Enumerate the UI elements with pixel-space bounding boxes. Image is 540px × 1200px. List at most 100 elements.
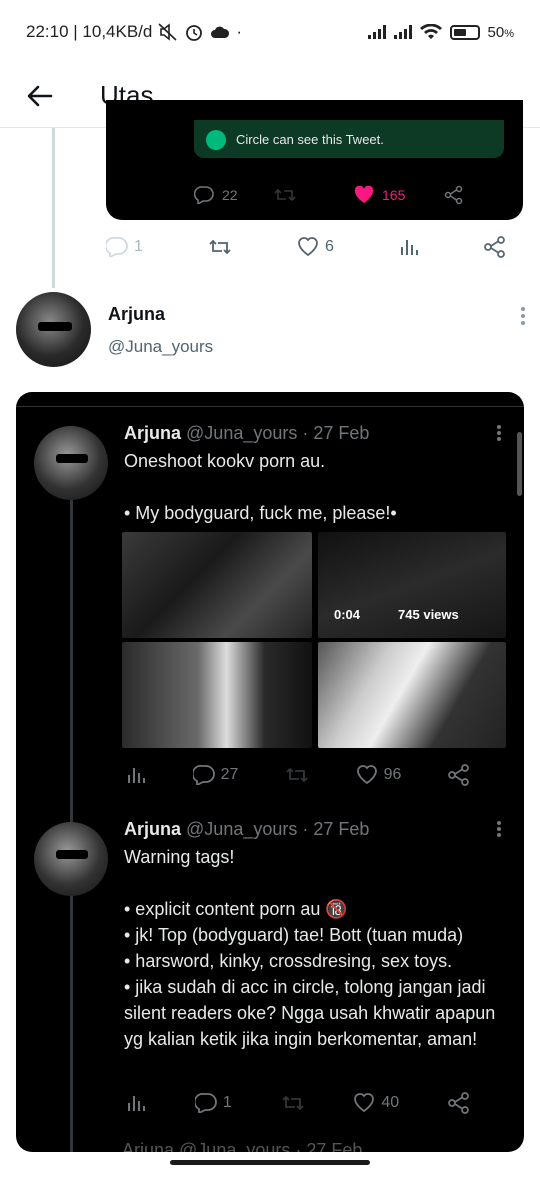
like-action[interactable]: 165 xyxy=(354,186,444,204)
share-action[interactable] xyxy=(444,185,464,205)
signal-icon xyxy=(393,25,412,39)
share-icon xyxy=(448,764,469,786)
more-button[interactable] xyxy=(496,424,502,447)
like-count: 165 xyxy=(382,187,406,203)
status-time-data: 22:10 | 10,4KB/d xyxy=(26,22,153,41)
share-icon xyxy=(448,1092,469,1114)
retweet-action[interactable] xyxy=(208,238,232,256)
alarm-icon xyxy=(186,25,203,41)
like-count: 40 xyxy=(381,1094,400,1111)
tweet-header: Arjuna @Juna_yours · 27 Feb xyxy=(124,819,369,840)
battery-icon xyxy=(449,24,480,40)
reply-action[interactable]: 22 xyxy=(194,186,274,204)
circle-icon xyxy=(206,130,226,150)
analytics-icon xyxy=(400,240,418,255)
analytics-action[interactable] xyxy=(126,1093,146,1113)
heart-icon xyxy=(354,1093,375,1113)
home-indicator[interactable] xyxy=(170,1160,370,1165)
scrollbar[interactable] xyxy=(517,432,522,496)
share-action[interactable] xyxy=(448,1092,470,1114)
like-action[interactable]: 96 xyxy=(356,765,402,785)
next-tweet-peek: Arjuna @Juna_yours · 27 Feb xyxy=(122,1140,363,1152)
circle-notice-text: Circle can see this Tweet. xyxy=(236,132,384,147)
tweet-actions: 1 40 xyxy=(126,1092,470,1114)
status-right: 50% xyxy=(367,23,514,41)
quoted-tweet-card[interactable]: Circle can see this Tweet. 22 165 xyxy=(106,100,523,220)
thread-line xyxy=(70,892,73,1152)
retweet-action[interactable] xyxy=(285,766,309,784)
media-video[interactable]: 0:04 745 views xyxy=(318,532,506,638)
more-button[interactable] xyxy=(520,306,526,331)
more-button[interactable] xyxy=(496,820,502,843)
reply-icon xyxy=(106,237,128,257)
analytics-icon xyxy=(128,768,145,783)
reply-action[interactable]: 1 xyxy=(194,1093,232,1113)
reply-count: 22 xyxy=(222,187,238,203)
heart-icon xyxy=(356,765,377,785)
like-count: 6 xyxy=(325,238,334,255)
retweet-icon xyxy=(281,1095,304,1111)
battery-level: 50% xyxy=(487,23,514,41)
author-handle: @Juna_yours xyxy=(108,337,214,356)
thread-line xyxy=(52,128,55,288)
more-vertical-icon xyxy=(497,821,501,837)
tweet-actions: 1 6 xyxy=(106,232,506,262)
like-action[interactable]: 40 xyxy=(353,1093,399,1113)
video-duration: 0:04 xyxy=(334,607,361,622)
mute-icon xyxy=(158,23,177,41)
tweet-author-name[interactable]: Arjuna xyxy=(124,423,181,443)
video-views: 745 views xyxy=(398,607,459,622)
more-vertical-icon xyxy=(497,425,501,441)
analytics-icon xyxy=(128,1096,145,1111)
analytics-action[interactable] xyxy=(126,765,146,785)
reply-count: 1 xyxy=(134,238,143,255)
tweet-meta: @Juna_yours · 27 Feb xyxy=(186,423,370,443)
avatar[interactable] xyxy=(16,292,91,367)
author-name[interactable]: Arjuna xyxy=(108,304,165,325)
tweet-text: Warning tags! • explicit content porn au… xyxy=(124,847,496,1049)
reply-count: 1 xyxy=(222,1094,232,1111)
retweet-action[interactable] xyxy=(274,187,354,203)
reply-icon xyxy=(194,186,214,204)
avatar[interactable] xyxy=(34,822,108,896)
status-left: 22:10 | 10,4KB/d · xyxy=(26,22,242,42)
arrow-left-icon xyxy=(27,85,53,106)
heart-icon xyxy=(298,237,318,257)
reply-action[interactable]: 27 xyxy=(192,765,239,785)
avatar[interactable] xyxy=(34,426,108,500)
status-bar: 22:10 | 10,4KB/d · 50% xyxy=(0,0,540,64)
share-action[interactable] xyxy=(484,236,506,258)
share-action[interactable] xyxy=(448,764,470,786)
retweet-action[interactable] xyxy=(281,1094,305,1112)
author-block: Arjuna @Juna_yours xyxy=(16,292,526,372)
circle-notice: Circle can see this Tweet. xyxy=(194,120,504,158)
reply-action[interactable]: 1 xyxy=(106,237,143,257)
tweet-meta: @Juna_yours · 27 Feb xyxy=(186,819,370,839)
share-icon xyxy=(444,185,463,205)
thread-line xyxy=(70,497,73,827)
media-image[interactable] xyxy=(318,642,506,748)
like-count: 96 xyxy=(383,766,402,783)
media-image[interactable] xyxy=(122,642,312,748)
tweet-actions: 27 96 xyxy=(126,764,470,786)
media-image[interactable] xyxy=(122,532,312,638)
like-action[interactable]: 6 xyxy=(297,237,334,257)
reply-icon xyxy=(194,1093,217,1113)
reply-count: 27 xyxy=(220,766,239,783)
tweet-author-name[interactable]: Arjuna xyxy=(124,819,181,839)
divider xyxy=(16,406,524,407)
status-dot: · xyxy=(236,22,243,41)
more-vertical-icon xyxy=(521,307,525,325)
back-button[interactable] xyxy=(20,76,60,116)
share-icon xyxy=(484,236,505,258)
signal-icon xyxy=(367,25,386,39)
analytics-action[interactable] xyxy=(399,237,419,257)
quoted-actions: 22 165 xyxy=(194,185,474,205)
retweet-icon xyxy=(286,767,308,783)
cloud-icon xyxy=(211,26,230,38)
quoted-thread-card[interactable]: Arjuna @Juna_yours · 27 Feb Oneshoot koo… xyxy=(16,392,524,1152)
media-grid: 0:04 745 views xyxy=(122,532,506,748)
tweet-header: Arjuna @Juna_yours · 27 Feb xyxy=(124,423,369,444)
tweet-text: Oneshoot kookv porn au. • My bodyguard, … xyxy=(124,451,397,523)
retweet-icon xyxy=(209,239,231,255)
